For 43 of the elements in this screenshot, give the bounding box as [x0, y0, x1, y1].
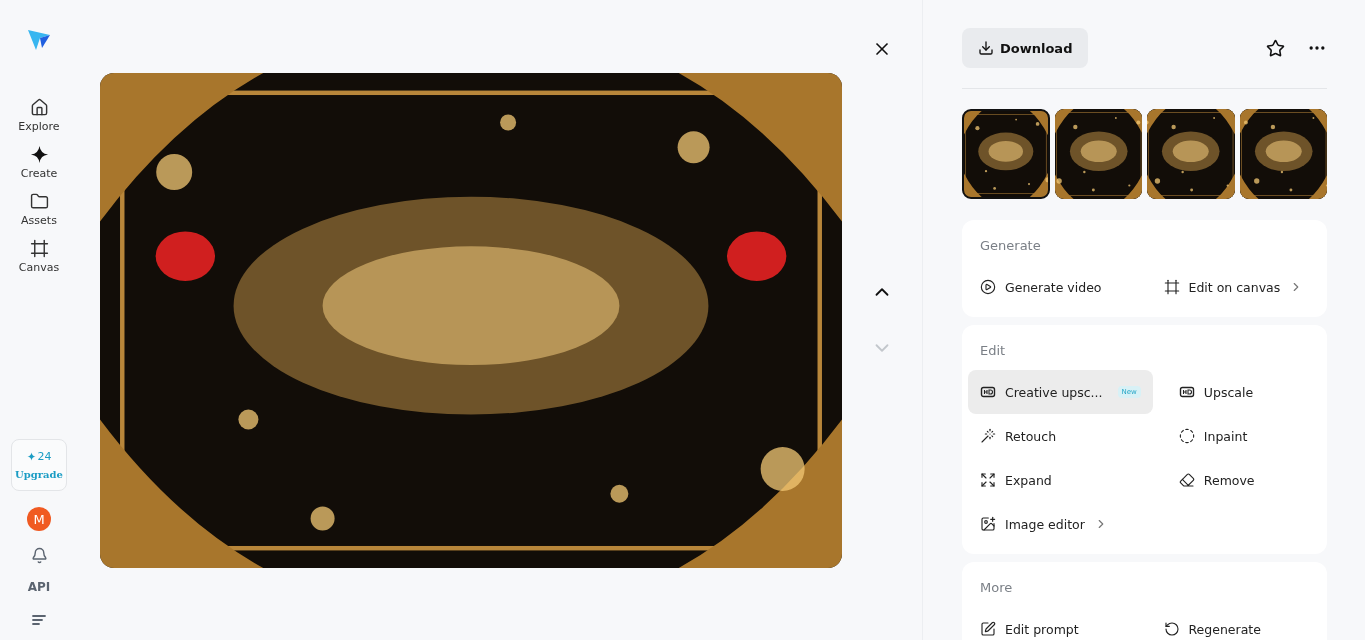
dashed-circle-icon	[1178, 428, 1195, 444]
action-item[interactable]: Retouch	[968, 414, 1153, 458]
action-item[interactable]: Upscale	[1166, 370, 1321, 414]
sparkle-icon	[29, 145, 49, 164]
section-title: More	[980, 580, 1014, 595]
edit-icon	[980, 621, 996, 637]
api-link[interactable]: API	[27, 580, 51, 594]
action-item[interactable]: Regenerate	[1151, 607, 1321, 640]
section-title: Generate	[980, 238, 1042, 253]
action-item[interactable]: Image editor	[968, 502, 1153, 546]
action-item[interactable]: Inpaint	[1166, 414, 1321, 458]
play-icon	[980, 279, 996, 295]
credit-count: 24	[26, 450, 52, 463]
hd-icon	[1178, 384, 1195, 400]
nav-item[interactable]: Assets	[21, 192, 57, 227]
action-item[interactable]: Remove	[1166, 458, 1321, 502]
action-item[interactable]: Edit prompt	[968, 607, 1138, 640]
download-icon	[978, 40, 994, 56]
bell-icon[interactable]	[30, 547, 48, 564]
nav-item[interactable]: Create	[20, 145, 58, 180]
hd-sparkle-icon	[980, 384, 996, 400]
thumbnail[interactable]	[962, 109, 1050, 199]
rotate-icon	[1163, 621, 1180, 637]
section-title: Edit	[980, 343, 1007, 358]
folder-icon	[29, 192, 49, 211]
download-button[interactable]: Download	[962, 28, 1089, 68]
image-icon	[980, 516, 996, 532]
action-item[interactable]: Expand	[968, 458, 1153, 502]
thumbnail[interactable]	[1147, 109, 1235, 199]
nav-item[interactable]: Explore	[18, 98, 60, 133]
thumbnail[interactable]	[1239, 109, 1327, 199]
grid-crop-icon	[1163, 279, 1180, 295]
action-item[interactable]: Generate video	[968, 265, 1138, 309]
house-icon	[29, 98, 49, 117]
wand-icon	[980, 428, 996, 444]
eraser-icon	[1178, 472, 1195, 488]
thumbnail[interactable]	[1054, 109, 1143, 199]
grid-crop-icon	[29, 239, 49, 258]
nav-item[interactable]: Canvas	[18, 239, 60, 274]
star-icon[interactable]	[1266, 38, 1285, 58]
menu-icon[interactable]	[31, 614, 47, 626]
expand-icon	[980, 472, 996, 488]
action-item[interactable]: Edit on canvas	[1151, 265, 1321, 309]
